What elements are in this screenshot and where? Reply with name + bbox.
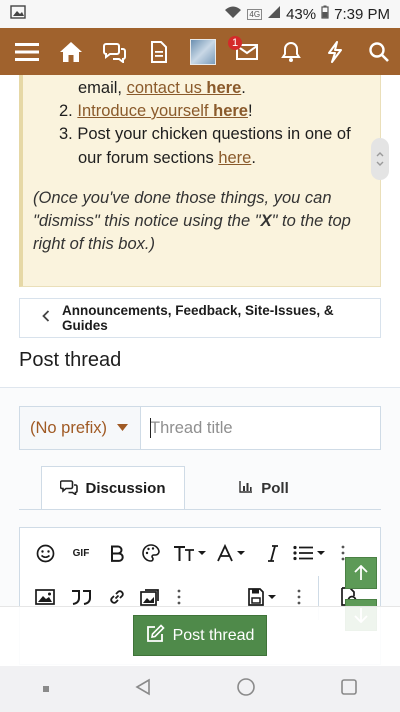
- tab-poll[interactable]: Poll: [209, 466, 319, 510]
- battery-percent: 43%: [286, 5, 317, 23]
- contact-us-link[interactable]: contact us: [127, 79, 207, 97]
- edit-icon: [146, 623, 165, 648]
- list-number: 2.: [59, 102, 73, 120]
- dismiss-line-2: "dismiss" this notice using the "X" to t…: [33, 210, 351, 234]
- tabs-divider: [19, 509, 381, 510]
- contact-here-link[interactable]: here: [206, 79, 241, 97]
- welcome-notice: email, contact us here. 2. Introduce you…: [19, 75, 381, 287]
- notice-text: .: [241, 79, 246, 97]
- post-thread-label: Post thread: [172, 626, 255, 644]
- notice-item-3-cont: our forum sections here.: [78, 147, 256, 171]
- introduce-yourself-link[interactable]: Introduce yourself: [77, 102, 213, 120]
- text-cursor: [150, 418, 151, 438]
- caret-down-icon: [117, 422, 129, 434]
- discussion-icon: [60, 479, 79, 499]
- tab-poll-label: Poll: [261, 479, 289, 497]
- breadcrumb-label: Announcements, Feedback, Site-Issues, & …: [62, 303, 334, 333]
- notice-text: " to the top: [271, 212, 351, 230]
- notice-text: .: [251, 149, 256, 167]
- notice-line-1: email, contact us here.: [78, 77, 246, 101]
- menu-icon[interactable]: [12, 37, 42, 67]
- page-title: Post thread: [19, 349, 122, 371]
- notice-item-2: 2. Introduce yourself here!: [59, 100, 253, 124]
- dismiss-line-3: right of this box.): [33, 235, 155, 253]
- post-type-tabs: Discussion Poll: [19, 466, 381, 510]
- system-nav-bar: [0, 666, 400, 712]
- battery-icon: [321, 5, 329, 23]
- dismiss-x-label: X: [260, 212, 272, 230]
- bold-icon[interactable]: [104, 540, 130, 566]
- back-icon[interactable]: [134, 678, 152, 701]
- clock: 7:39 PM: [334, 5, 390, 23]
- home-circle-icon[interactable]: [236, 677, 256, 702]
- breadcrumb[interactable]: Announcements, Feedback, Site-Issues, & …: [19, 298, 381, 338]
- articles-icon[interactable]: [144, 37, 174, 67]
- lightning-icon[interactable]: [320, 37, 350, 67]
- notice-text: !: [247, 102, 253, 120]
- forum-sections-here-link[interactable]: here: [218, 149, 251, 167]
- notice-text: Post your chicken questions in one of: [77, 125, 351, 143]
- signal-icon: [267, 5, 281, 23]
- chevron-left-icon: [42, 309, 50, 327]
- home-icon[interactable]: [56, 37, 86, 67]
- font-size-icon[interactable]: [172, 540, 208, 566]
- gif-button[interactable]: GIF: [68, 540, 94, 566]
- search-icon[interactable]: [364, 37, 394, 67]
- prefix-select[interactable]: (No prefix): [20, 407, 141, 449]
- notification-badge: 1: [228, 35, 243, 50]
- bell-icon[interactable]: [276, 37, 306, 67]
- poll-chart-icon: [239, 480, 253, 497]
- tab-discussion-label: Discussion: [85, 480, 166, 497]
- thread-title-row: (No prefix): [19, 406, 381, 450]
- prefix-selected-label: (No prefix): [30, 418, 108, 437]
- font-family-icon[interactable]: [216, 540, 248, 566]
- thread-title-input[interactable]: [141, 407, 380, 449]
- notice-text: "dismiss" this notice using the ": [33, 212, 261, 230]
- list-icon[interactable]: [292, 540, 326, 566]
- network-type-label: 4G: [247, 8, 263, 20]
- italic-icon[interactable]: [260, 540, 286, 566]
- notice-text: our forum sections: [78, 149, 219, 167]
- arrow-up-icon: [354, 565, 368, 580]
- avatar[interactable]: [188, 37, 218, 67]
- overview-square-icon[interactable]: [340, 678, 358, 701]
- smilie-icon[interactable]: [32, 540, 58, 566]
- status-bar: 4G 43% 7:39 PM: [0, 0, 400, 28]
- top-nav-bar: 1: [0, 28, 400, 75]
- image-notification-icon: [10, 5, 26, 23]
- tab-discussion[interactable]: Discussion: [41, 466, 185, 510]
- scroll-handle[interactable]: [371, 138, 389, 180]
- list-number: 3.: [59, 125, 73, 143]
- inbox-icon[interactable]: 1: [228, 35, 262, 67]
- forums-icon[interactable]: [100, 37, 130, 67]
- notice-item-3: 3. Post your chicken questions in one of: [59, 123, 351, 147]
- notice-text: email,: [78, 79, 127, 97]
- recents-dot-icon[interactable]: [42, 680, 50, 698]
- wifi-icon: [224, 5, 242, 23]
- scroll-top-button[interactable]: [345, 557, 377, 589]
- introduce-here-link[interactable]: here: [213, 102, 248, 120]
- palette-icon[interactable]: [138, 540, 164, 566]
- post-thread-button[interactable]: Post thread: [133, 615, 267, 656]
- dismiss-line-1: (Once you've done those things, you can: [33, 189, 332, 207]
